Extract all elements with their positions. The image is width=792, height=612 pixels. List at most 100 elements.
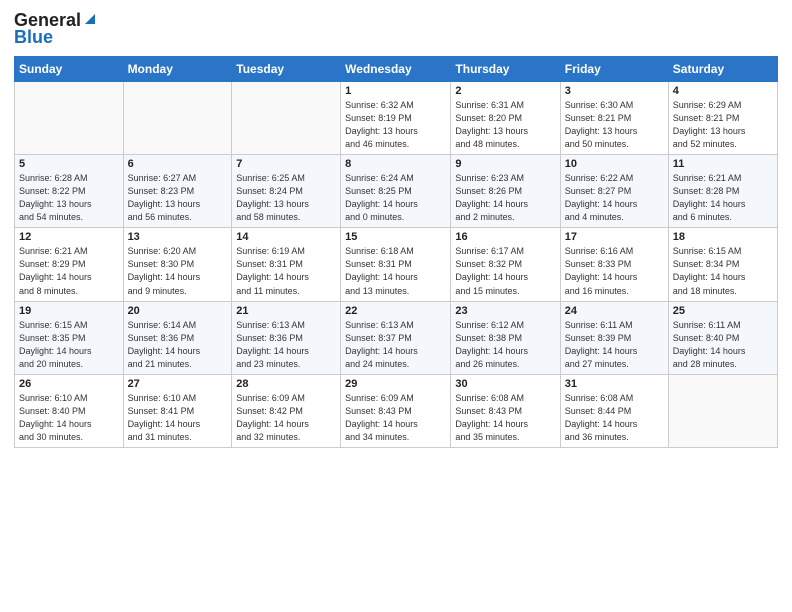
- day-number: 1: [345, 85, 446, 97]
- day-info: Sunrise: 6:11 AM Sunset: 8:40 PM Dayligh…: [673, 319, 773, 371]
- day-info: Sunrise: 6:17 AM Sunset: 8:32 PM Dayligh…: [455, 245, 555, 297]
- day-cell: 16 Sunrise: 6:17 AM Sunset: 8:32 PM Dayli…: [451, 228, 560, 301]
- day-info: Sunrise: 6:22 AM Sunset: 8:27 PM Dayligh…: [565, 172, 664, 224]
- day-number: 6: [128, 158, 228, 170]
- day-cell: 23 Sunrise: 6:12 AM Sunset: 8:38 PM Dayli…: [451, 301, 560, 374]
- week-row-4: 19 Sunrise: 6:15 AM Sunset: 8:35 PM Dayli…: [15, 301, 778, 374]
- day-info: Sunrise: 6:27 AM Sunset: 8:23 PM Dayligh…: [128, 172, 228, 224]
- day-info: Sunrise: 6:23 AM Sunset: 8:26 PM Dayligh…: [455, 172, 555, 224]
- day-cell: [15, 82, 124, 155]
- weekday-header-sunday: Sunday: [15, 57, 124, 82]
- day-number: 19: [19, 305, 119, 317]
- weekday-header-saturday: Saturday: [668, 57, 777, 82]
- weekday-header-row: SundayMondayTuesdayWednesdayThursdayFrid…: [15, 57, 778, 82]
- day-cell: 6 Sunrise: 6:27 AM Sunset: 8:23 PM Daylig…: [123, 155, 232, 228]
- day-cell: 3Sunrise: 6:30 AM Sunset: 8:21 PM Daylig…: [560, 82, 668, 155]
- day-number: 29: [345, 378, 446, 390]
- day-cell: 28 Sunrise: 6:09 AM Sunset: 8:42 PM Dayli…: [232, 374, 341, 447]
- day-cell: 25 Sunrise: 6:11 AM Sunset: 8:40 PM Dayli…: [668, 301, 777, 374]
- day-info: Sunrise: 6:25 AM Sunset: 8:24 PM Dayligh…: [236, 172, 336, 224]
- day-number: 8: [345, 158, 446, 170]
- day-cell: 18 Sunrise: 6:15 AM Sunset: 8:34 PM Dayli…: [668, 228, 777, 301]
- day-number: 21: [236, 305, 336, 317]
- day-info: Sunrise: 6:29 AM Sunset: 8:21 PM Dayligh…: [673, 99, 773, 151]
- day-info: Sunrise: 6:32 AM Sunset: 8:19 PM Dayligh…: [345, 99, 446, 151]
- day-cell: 22Sunrise: 6:13 AM Sunset: 8:37 PM Dayli…: [341, 301, 451, 374]
- day-cell: 17Sunrise: 6:16 AM Sunset: 8:33 PM Dayli…: [560, 228, 668, 301]
- day-info: Sunrise: 6:19 AM Sunset: 8:31 PM Dayligh…: [236, 245, 336, 297]
- page: General Blue SundayMondayTuesdayWednesda…: [0, 0, 792, 612]
- day-number: 26: [19, 378, 119, 390]
- day-cell: 10 Sunrise: 6:22 AM Sunset: 8:27 PM Dayli…: [560, 155, 668, 228]
- day-cell: 19 Sunrise: 6:15 AM Sunset: 8:35 PM Dayli…: [15, 301, 124, 374]
- day-info: Sunrise: 6:30 AM Sunset: 8:21 PM Dayligh…: [565, 99, 664, 151]
- day-number: 18: [673, 231, 773, 243]
- day-cell: [668, 374, 777, 447]
- day-info: Sunrise: 6:31 AM Sunset: 8:20 PM Dayligh…: [455, 99, 555, 151]
- header: General Blue: [14, 10, 778, 48]
- day-cell: 14 Sunrise: 6:19 AM Sunset: 8:31 PM Dayli…: [232, 228, 341, 301]
- logo: General Blue: [14, 10, 97, 48]
- day-number: 28: [236, 378, 336, 390]
- day-cell: 5 Sunrise: 6:28 AM Sunset: 8:22 PM Daylig…: [15, 155, 124, 228]
- day-cell: 13Sunrise: 6:20 AM Sunset: 8:30 PM Dayli…: [123, 228, 232, 301]
- week-row-3: 12Sunrise: 6:21 AM Sunset: 8:29 PM Dayli…: [15, 228, 778, 301]
- day-cell: 20 Sunrise: 6:14 AM Sunset: 8:36 PM Dayli…: [123, 301, 232, 374]
- day-cell: 30Sunrise: 6:08 AM Sunset: 8:43 PM Dayli…: [451, 374, 560, 447]
- day-info: Sunrise: 6:20 AM Sunset: 8:30 PM Dayligh…: [128, 245, 228, 297]
- day-number: 11: [673, 158, 773, 170]
- day-info: Sunrise: 6:11 AM Sunset: 8:39 PM Dayligh…: [565, 319, 664, 371]
- weekday-header-friday: Friday: [560, 57, 668, 82]
- day-info: Sunrise: 6:09 AM Sunset: 8:43 PM Dayligh…: [345, 392, 446, 444]
- weekday-header-monday: Monday: [123, 57, 232, 82]
- day-cell: 31 Sunrise: 6:08 AM Sunset: 8:44 PM Dayli…: [560, 374, 668, 447]
- day-number: 27: [128, 378, 228, 390]
- day-number: 31: [565, 378, 664, 390]
- day-cell: 15Sunrise: 6:18 AM Sunset: 8:31 PM Dayli…: [341, 228, 451, 301]
- day-info: Sunrise: 6:16 AM Sunset: 8:33 PM Dayligh…: [565, 245, 664, 297]
- day-cell: [232, 82, 341, 155]
- weekday-header-thursday: Thursday: [451, 57, 560, 82]
- day-info: Sunrise: 6:14 AM Sunset: 8:36 PM Dayligh…: [128, 319, 228, 371]
- day-number: 10: [565, 158, 664, 170]
- day-number: 7: [236, 158, 336, 170]
- day-number: 12: [19, 231, 119, 243]
- day-info: Sunrise: 6:15 AM Sunset: 8:34 PM Dayligh…: [673, 245, 773, 297]
- day-info: Sunrise: 6:15 AM Sunset: 8:35 PM Dayligh…: [19, 319, 119, 371]
- logo-area: General Blue: [14, 10, 97, 48]
- day-number: 24: [565, 305, 664, 317]
- day-info: Sunrise: 6:24 AM Sunset: 8:25 PM Dayligh…: [345, 172, 446, 224]
- day-cell: 7 Sunrise: 6:25 AM Sunset: 8:24 PM Daylig…: [232, 155, 341, 228]
- day-info: Sunrise: 6:12 AM Sunset: 8:38 PM Dayligh…: [455, 319, 555, 371]
- day-cell: 12Sunrise: 6:21 AM Sunset: 8:29 PM Dayli…: [15, 228, 124, 301]
- day-info: Sunrise: 6:21 AM Sunset: 8:28 PM Dayligh…: [673, 172, 773, 224]
- day-number: 14: [236, 231, 336, 243]
- day-info: Sunrise: 6:28 AM Sunset: 8:22 PM Dayligh…: [19, 172, 119, 224]
- day-info: Sunrise: 6:08 AM Sunset: 8:44 PM Dayligh…: [565, 392, 664, 444]
- day-cell: 29 Sunrise: 6:09 AM Sunset: 8:43 PM Dayli…: [341, 374, 451, 447]
- day-number: 20: [128, 305, 228, 317]
- day-cell: [123, 82, 232, 155]
- day-cell: 8 Sunrise: 6:24 AM Sunset: 8:25 PM Daylig…: [341, 155, 451, 228]
- day-number: 5: [19, 158, 119, 170]
- weekday-header-tuesday: Tuesday: [232, 57, 341, 82]
- day-cell: 4 Sunrise: 6:29 AM Sunset: 8:21 PM Daylig…: [668, 82, 777, 155]
- day-cell: 26 Sunrise: 6:10 AM Sunset: 8:40 PM Dayli…: [15, 374, 124, 447]
- day-number: 16: [455, 231, 555, 243]
- day-number: 25: [673, 305, 773, 317]
- day-info: Sunrise: 6:13 AM Sunset: 8:37 PM Dayligh…: [345, 319, 446, 371]
- day-info: Sunrise: 6:09 AM Sunset: 8:42 PM Dayligh…: [236, 392, 336, 444]
- day-number: 2: [455, 85, 555, 97]
- day-number: 4: [673, 85, 773, 97]
- day-cell: 9Sunrise: 6:23 AM Sunset: 8:26 PM Daylig…: [451, 155, 560, 228]
- day-number: 23: [455, 305, 555, 317]
- week-row-2: 5 Sunrise: 6:28 AM Sunset: 8:22 PM Daylig…: [15, 155, 778, 228]
- day-info: Sunrise: 6:13 AM Sunset: 8:36 PM Dayligh…: [236, 319, 336, 371]
- day-info: Sunrise: 6:10 AM Sunset: 8:40 PM Dayligh…: [19, 392, 119, 444]
- logo-triangle-icon: [83, 12, 97, 26]
- day-cell: 21 Sunrise: 6:13 AM Sunset: 8:36 PM Dayli…: [232, 301, 341, 374]
- week-row-1: 1 Sunrise: 6:32 AM Sunset: 8:19 PM Daylig…: [15, 82, 778, 155]
- day-info: Sunrise: 6:10 AM Sunset: 8:41 PM Dayligh…: [128, 392, 228, 444]
- day-info: Sunrise: 6:18 AM Sunset: 8:31 PM Dayligh…: [345, 245, 446, 297]
- day-cell: 1 Sunrise: 6:32 AM Sunset: 8:19 PM Daylig…: [341, 82, 451, 155]
